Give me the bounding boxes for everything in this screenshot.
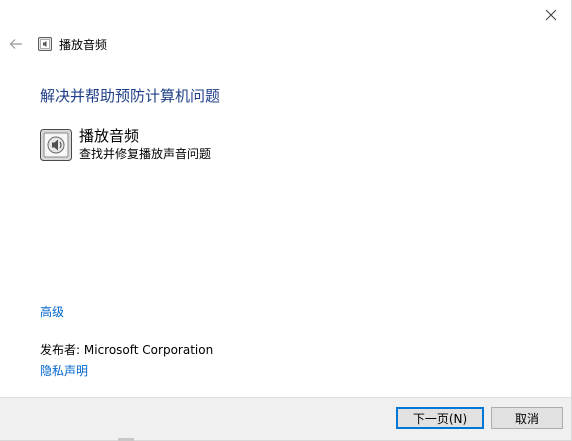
- troubleshooter-title: 播放音频: [79, 127, 140, 145]
- troubleshooter-description: 查找并修复播放声音问题: [79, 147, 212, 161]
- publisher-label: 发布者:: [40, 343, 81, 357]
- publisher-line: 发布者: Microsoft Corporation: [40, 341, 213, 358]
- window-title-bar: 播放音频: [38, 36, 107, 52]
- audio-troubleshooter-icon: [38, 37, 52, 51]
- close-icon: [545, 9, 557, 21]
- back-button[interactable]: [8, 36, 24, 52]
- next-button[interactable]: 下一页(N): [396, 407, 484, 429]
- troubleshooter-window: 播放音频 解决并帮助预防计算机问题 播放音频 查找并修复播放声音问题 高级 发布…: [0, 0, 572, 441]
- troubleshooter-item-text: 播放音频 查找并修复播放声音问题: [79, 127, 211, 162]
- publisher-value: Microsoft Corporation: [83, 343, 214, 357]
- troubleshooter-item: 播放音频 查找并修复播放声音问题: [40, 127, 211, 162]
- footer-bar: 下一页(N) 取消: [0, 397, 571, 440]
- cancel-button[interactable]: 取消: [491, 407, 563, 429]
- privacy-statement-link[interactable]: 隐私声明: [40, 362, 88, 379]
- audio-troubleshooter-icon: [40, 129, 72, 161]
- close-button[interactable]: [537, 4, 565, 26]
- page-heading: 解决并帮助预防计算机问题: [40, 87, 221, 105]
- advanced-link[interactable]: 高级: [40, 303, 64, 320]
- window-title: 播放音频: [59, 37, 108, 52]
- back-arrow-icon: [9, 39, 22, 49]
